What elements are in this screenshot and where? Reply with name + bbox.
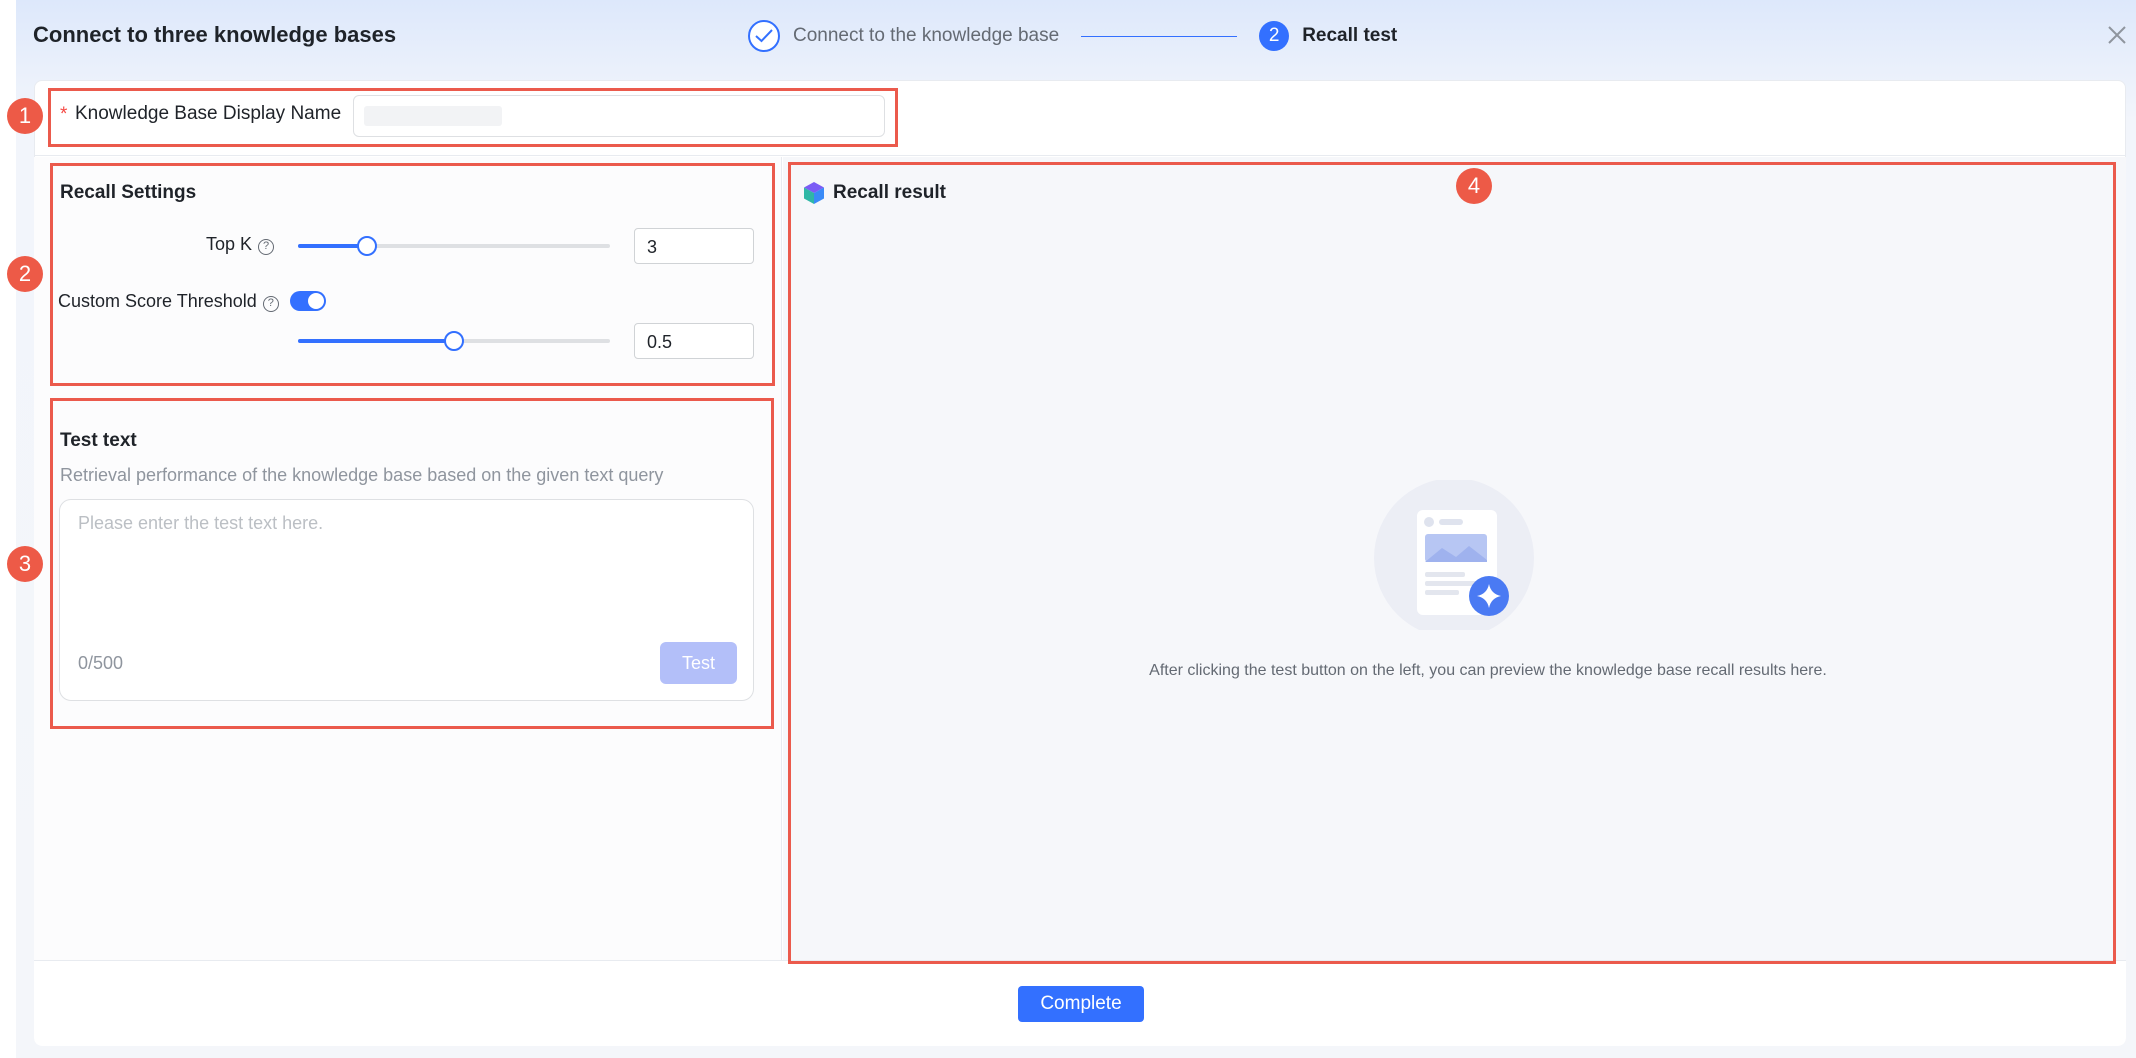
- step-connector: [1081, 35, 1238, 37]
- step-2-number: 2: [1259, 21, 1290, 51]
- annotation-badge-3: 3: [7, 546, 43, 582]
- check-icon: [748, 20, 780, 52]
- stepper: Connect to the knowledge base 2 Recall t…: [748, 17, 1397, 55]
- annotation-box-3: [50, 398, 774, 729]
- complete-button[interactable]: Complete: [1018, 986, 1144, 1022]
- step-1-label: Connect to the knowledge base: [793, 25, 1060, 46]
- annotation-badge-2: 2: [7, 256, 43, 292]
- annotation-box-2: [50, 163, 775, 386]
- annotation-box-1: [48, 88, 898, 147]
- annotation-badge-4: 4: [1456, 168, 1492, 204]
- annotation-badge-1: 1: [7, 98, 43, 134]
- annotation-box-4: [788, 162, 2116, 964]
- modal-title: Connect to three knowledge bases: [33, 22, 397, 47]
- close-icon[interactable]: [2106, 24, 2128, 46]
- step-2-label: Recall test: [1302, 25, 1398, 46]
